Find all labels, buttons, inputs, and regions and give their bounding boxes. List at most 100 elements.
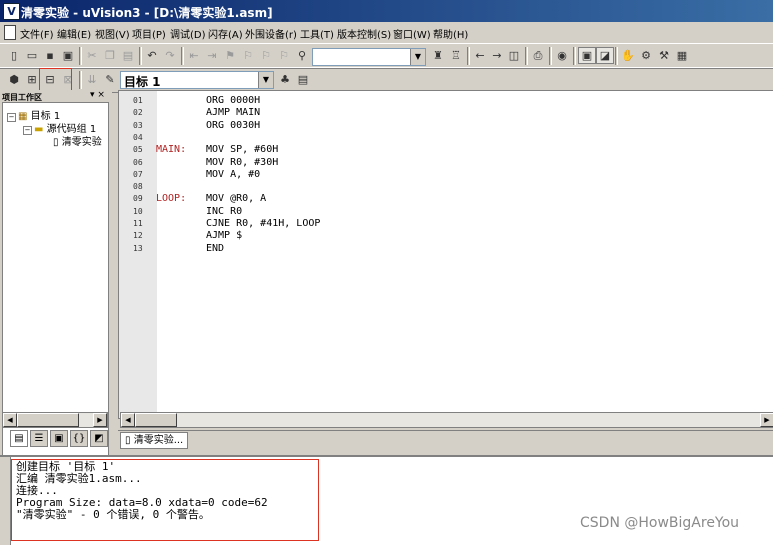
target-options-icon[interactable]: ✎ — [102, 72, 118, 87]
settings-icon[interactable]: ⚙ — [638, 48, 654, 63]
project-panel: 项目工作区 ▾ × − ▦ 目标 1 − ▬ 源代码组 1 ▯ 清零实验 ◀ ▶ — [0, 90, 112, 504]
scroll-right-icon[interactable]: ▶ — [760, 413, 773, 427]
bookmark-next-icon[interactable]: ⚐ — [258, 48, 274, 63]
line-number: 04 — [133, 132, 143, 142]
find-in-files-icon[interactable]: ⚲ — [294, 48, 310, 63]
menu-debug[interactable]: 调试(D) — [170, 26, 206, 41]
collapse-icon[interactable]: − — [7, 113, 16, 122]
find-next-icon[interactable]: ♖ — [448, 48, 464, 63]
download-icon[interactable]: ⇊ — [84, 72, 100, 87]
file-extensions-icon[interactable]: ▤ — [295, 72, 311, 87]
toolbar-separator — [467, 47, 470, 65]
code-instruction: CJNE R0, #41H, LOOP — [206, 218, 321, 229]
chevron-down-icon[interactable]: ▼ — [410, 49, 425, 65]
new-file-icon[interactable]: ▯ — [6, 48, 22, 63]
open-folder-icon[interactable]: ▭ — [24, 48, 40, 63]
chevron-down-icon[interactable]: ▼ — [258, 72, 273, 88]
line-number: 06 — [133, 157, 143, 167]
save-all-icon[interactable]: ▣ — [60, 48, 76, 63]
scroll-thumb[interactable] — [135, 413, 177, 427]
menu-project[interactable]: 项目(P) — [132, 26, 166, 41]
output-gutter — [0, 457, 11, 545]
menu-flash[interactable]: 闪存(A) — [208, 26, 243, 41]
code-instruction: AJMP MAIN — [206, 107, 261, 119]
output-window-icon[interactable]: ◪ — [596, 47, 614, 64]
close-icon[interactable]: ▾ × — [90, 90, 105, 100]
tree-item-file[interactable]: ▯ 清零实验 — [53, 133, 102, 148]
toolbar-separator — [181, 47, 184, 65]
project-window-icon[interactable]: ▣ — [578, 47, 596, 64]
options-icon[interactable]: ▦ — [674, 48, 690, 63]
code-instruction: AJMP $ — [206, 230, 243, 242]
menu-peripherals[interactable]: 外围设备(r) — [245, 26, 297, 41]
translate-icon[interactable]: ⬢ — [6, 72, 22, 87]
project-scrollbar[interactable]: ◀ ▶ — [2, 412, 108, 428]
scroll-left-icon[interactable]: ◀ — [3, 413, 17, 427]
browse-icon[interactable]: ◫ — [506, 48, 522, 63]
menu-tools[interactable]: 工具(T) — [300, 26, 334, 41]
scroll-right-icon[interactable]: ▶ — [93, 413, 107, 427]
code-instruction: MOV R0, #30H — [206, 156, 279, 168]
file-icon: ▯ — [53, 137, 59, 148]
back-arrow-icon[interactable]: ← — [472, 48, 488, 63]
find-icon[interactable]: ♜ — [430, 48, 446, 63]
toolbar-separator — [139, 47, 142, 65]
menu-file[interactable]: 文件(F) — [20, 26, 54, 41]
paste-icon[interactable]: ▤ — [120, 48, 136, 63]
cut-icon[interactable]: ✂ — [84, 48, 100, 63]
toolbar-separator — [79, 71, 82, 89]
menu-window[interactable]: 窗口(W) — [393, 26, 431, 41]
document-icon[interactable] — [4, 25, 16, 40]
target-select[interactable]: 目标 1 ▼ — [120, 71, 274, 89]
highlight-box-build — [39, 68, 72, 91]
scroll-thumb[interactable] — [17, 413, 79, 427]
tools-icon[interactable]: ⚒ — [656, 48, 672, 63]
code-instruction: ORG 0000H — [206, 95, 261, 106]
code-editor[interactable]: 01 ORG 0000H 02 AJMP MAIN 03 ORG 0030H 04 05 MAI… — [118, 90, 773, 419]
menu-view[interactable]: 视图(V) — [95, 26, 130, 41]
project-tabs: ▤ ☰ ▣ {} ◩ — [2, 430, 108, 448]
toolbar-separator — [79, 47, 82, 65]
templates-tab-icon[interactable]: ◩ — [90, 430, 108, 447]
menu-bar: 文件(F) 编辑(E) 视图(V) 项目(P) 调试(D) 闪存(A) 外围设备… — [0, 22, 773, 42]
tree-item-file-label: 清零实验 — [61, 137, 102, 148]
build-target-icon[interactable]: ⊞ — [24, 72, 40, 87]
editor-tab-label: 清零实验... — [133, 435, 184, 446]
line-number: 07 — [133, 169, 143, 179]
bookmark-clear-icon[interactable]: ⚐ — [276, 48, 292, 63]
app-icon: V — [3, 3, 20, 20]
title-bar: V 清零实验 - uVision3 - [D:\清零实验1.asm] — [0, 0, 773, 22]
bookmark-toggle-icon[interactable]: ⚑ — [222, 48, 238, 63]
books-tab-icon[interactable]: ▣ — [50, 430, 68, 447]
print-icon[interactable]: ⎙ — [530, 48, 546, 63]
scroll-left-icon[interactable]: ◀ — [121, 413, 135, 427]
save-icon[interactable]: ▪ — [42, 48, 58, 63]
functions-tab-icon[interactable]: {} — [70, 430, 88, 447]
line-number: 02 — [133, 108, 143, 118]
components-icon[interactable]: ♣ — [277, 72, 293, 87]
menu-version-control[interactable]: 版本控制(S) — [337, 26, 391, 41]
copy-icon[interactable]: ❐ — [102, 48, 118, 63]
redo-icon[interactable]: ↷ — [162, 48, 178, 63]
editor-tab-file[interactable]: ▯ 清零实验... — [120, 432, 189, 449]
files-tab-icon[interactable]: ▤ — [10, 430, 28, 447]
line-number: 12 — [133, 231, 143, 241]
find-combo[interactable]: ▼ — [312, 48, 426, 66]
window-title: 清零实验 - uVision3 - [D:\清零实验1.asm] — [21, 6, 273, 20]
bookmark-prev-icon[interactable]: ⚐ — [240, 48, 256, 63]
editor-scrollbar[interactable]: ◀ ▶ — [120, 412, 773, 428]
hand-icon[interactable]: ✋ — [620, 48, 636, 63]
collapse-icon[interactable]: − — [23, 126, 32, 135]
regs-tab-icon[interactable]: ☰ — [30, 430, 48, 447]
line-number: 08 — [133, 182, 143, 192]
menu-edit[interactable]: 编辑(E) — [57, 26, 91, 41]
undo-icon[interactable]: ↶ — [144, 48, 160, 63]
forward-arrow-icon[interactable]: → — [489, 48, 505, 63]
unindent-icon[interactable]: ⇤ — [186, 48, 202, 63]
menu-help[interactable]: 帮助(H) — [433, 26, 468, 41]
line-number: 09 — [133, 194, 143, 204]
file-icon: ▯ — [125, 435, 131, 446]
debug-start-icon[interactable]: ◉ — [554, 48, 570, 63]
code-instruction: MOV A, #0 — [206, 168, 261, 180]
indent-icon[interactable]: ⇥ — [204, 48, 220, 63]
